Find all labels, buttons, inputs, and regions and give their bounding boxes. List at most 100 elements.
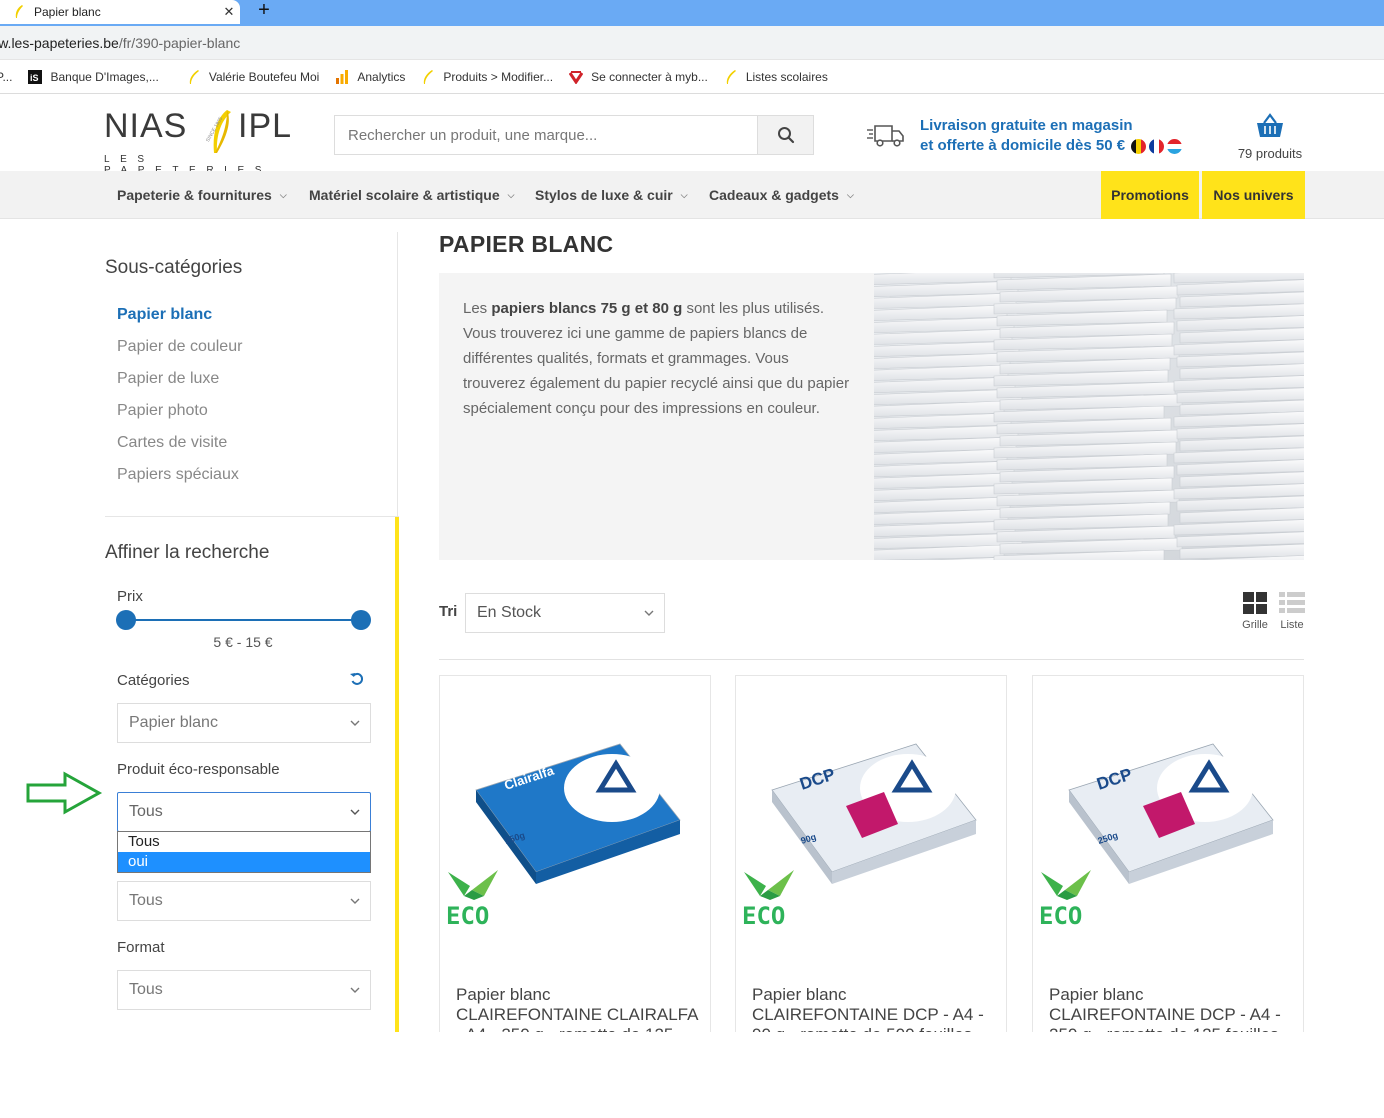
sort-select[interactable]: En Stock [465,593,665,633]
filter-select[interactable]: Tous [117,881,371,921]
nav-item-stylos[interactable]: Stylos de luxe & cuir ⌵ [535,171,688,219]
categories-label: Catégories [117,672,190,689]
eco-select[interactable]: Tous [117,792,371,832]
eco-dropdown-list: Tous oui [117,831,371,873]
myb-icon [569,70,584,84]
url-path: /fr/390-papier-blanc [118,34,241,51]
category-description: Les papiers blancs 75 g et 80 g sont les… [439,273,874,560]
product-title-line: CLAIREFONTAINE CLAIRALFA [456,1005,699,1024]
product-card[interactable]: DCP 90g ECO Papier blanc CLAIREFONTAINE D… [735,675,1007,1035]
search-input[interactable] [335,116,757,154]
eco-leaf-icon: ECO [446,870,498,930]
address-bar[interactable]: www.les-papeteries.be/fr/390-papier-blan… [0,26,1384,60]
bookmark-item[interactable]: Se connecter à myb... [569,70,708,84]
product-title-line: CLAIREFONTAINE DCP - A4 - [752,1005,984,1024]
feather-icon [189,69,199,84]
bookmark-item[interactable]: Listes scolaires [724,69,828,84]
delivery-line-2: et offerte à domicile dès 50 € [920,137,1126,154]
site-header: NIAS SINCE 1935 IPL LES PAPETERIES Livra… [0,95,1384,176]
site-logo[interactable]: NIAS SINCE 1935 IPL LES PAPETERIES [104,107,291,176]
nos-univers-button[interactable]: Nos univers [1202,171,1305,219]
list-icon [1279,592,1305,613]
list-view-label: Liste [1280,619,1304,631]
sort-label: Tri [439,603,458,620]
eco-label: Produit éco-responsable [117,761,280,778]
bookmark-label: Produits > Modifier... [443,69,554,84]
bookmark-label: Banque D'Images,... [50,69,159,84]
feather-icon [726,69,736,84]
categories-select[interactable]: Papier blanc [117,703,371,743]
search-icon [777,127,794,144]
subcategory-papier-luxe[interactable]: Papier de luxe [117,370,219,388]
nav-item-label: Cadeaux & gadgets [709,187,839,203]
feather-icon: SINCE 1935 [205,110,231,153]
subcategory-papiers-speciaux[interactable]: Papiers spéciaux [117,466,239,484]
intro-text-bold: papiers blancs 75 g et 80 g [491,300,683,317]
eco-leaf-icon: ECO [1039,870,1091,930]
search-button[interactable] [757,116,813,154]
sort-divider [439,659,1304,660]
cart-button[interactable]: 79 produits [1232,113,1308,161]
country-flags [1131,138,1185,154]
bookmark-item[interactable]: Valérie Boutefeu Moi [187,69,319,84]
product-title-line: Papier blanc [456,985,551,1004]
bookmark-item[interactable]: Analytics [335,69,405,84]
nav-item-materiel-scolaire[interactable]: Matériel scolaire & artistique ⌵ [309,171,514,219]
format-select[interactable]: Tous [117,970,371,1010]
nav-item-papeterie[interactable]: Papeterie & fournitures ⌵ [117,171,287,219]
arrow-right-icon [26,771,103,815]
bookmark-item[interactable]: Produits > Modifier... [421,69,554,84]
chevron-down-icon [350,987,360,993]
new-tab-button[interactable]: + [254,0,274,22]
product-title: Papier blanc CLAIREFONTAINE DCP - A4 - 2… [1049,985,1295,1034]
viewport-bottom [0,1032,1384,1118]
subcategory-cartes-visite[interactable]: Cartes de visite [117,434,227,452]
subcategories-title: Sous-catégories [105,257,243,278]
url-text[interactable]: www.les-papeteries.be/fr/390-papier-blan… [0,35,240,51]
subcategory-papier-couleur[interactable]: Papier de couleur [117,338,242,356]
price-slider-max-handle[interactable] [351,610,371,630]
sidebar-divider [397,232,398,522]
subcategory-papier-blanc[interactable]: Papier blanc [117,306,212,324]
eco-option-oui[interactable]: oui [118,852,370,872]
product-image: DCP250g [1068,743,1274,884]
bookmarks-bar: P... iS Banque D'Images,... Valérie Bout… [0,60,1384,94]
tab-title: Papier blanc [34,5,101,19]
belgium-flag-icon [1131,138,1147,154]
chevron-down-icon [644,610,654,616]
feather-icon [15,5,23,18]
product-card[interactable]: Clairalfa 250g ECO Papier blanc CLAIREFON… [439,675,711,1035]
eco-badge: ECO [1037,870,1095,930]
search-bar [334,115,814,155]
url-host: www.les-papeteries.be [0,34,119,51]
nav-item-label: Matériel scolaire & artistique [309,187,500,203]
price-slider-min-handle[interactable] [116,610,136,630]
bookmark-label: Se connecter à myb... [591,69,708,84]
price-slider-track[interactable] [126,619,362,621]
list-view-button[interactable]: Liste [1274,592,1310,631]
nav-item-cadeaux[interactable]: Cadeaux & gadgets ⌵ [709,171,854,219]
bookmark-label: Listes scolaires [745,69,828,84]
product-card[interactable]: DCP 250g ECO Papier blanc CLAIREFONTAINE … [1032,675,1304,1035]
filter-select-value: Tous [129,892,163,909]
bookmark-item[interactable]: P... [0,70,12,84]
refine-panel-accent [395,517,399,1036]
grid-view-button[interactable]: Grille [1237,592,1273,631]
reset-icon[interactable] [350,672,364,686]
close-icon[interactable]: ✕ [218,4,240,20]
chevron-down-icon: ⌵ [507,189,515,200]
product-title-line: Papier blanc [1049,985,1144,1004]
product-title: Papier blanc CLAIREFONTAINE CLAIRALFA - … [456,985,702,1034]
browser-tab[interactable]: Papier blanc ✕ [0,0,240,24]
delivery-line-1: Livraison gratuite en magasin [920,117,1133,134]
chevron-down-icon: ⌵ [680,189,688,200]
feather-icon [424,69,434,84]
eco-option-tous[interactable]: Tous [118,832,370,852]
bookmark-item[interactable]: iS Banque D'Images,... [28,69,159,84]
refine-title: Affiner la recherche [105,542,270,563]
product-title-line: Papier blanc [752,985,847,1004]
product-box: Clairalfa250g [475,743,681,884]
basket-icon [1257,113,1283,137]
promotions-button[interactable]: Promotions [1101,171,1199,219]
subcategory-papier-photo[interactable]: Papier photo [117,402,208,420]
